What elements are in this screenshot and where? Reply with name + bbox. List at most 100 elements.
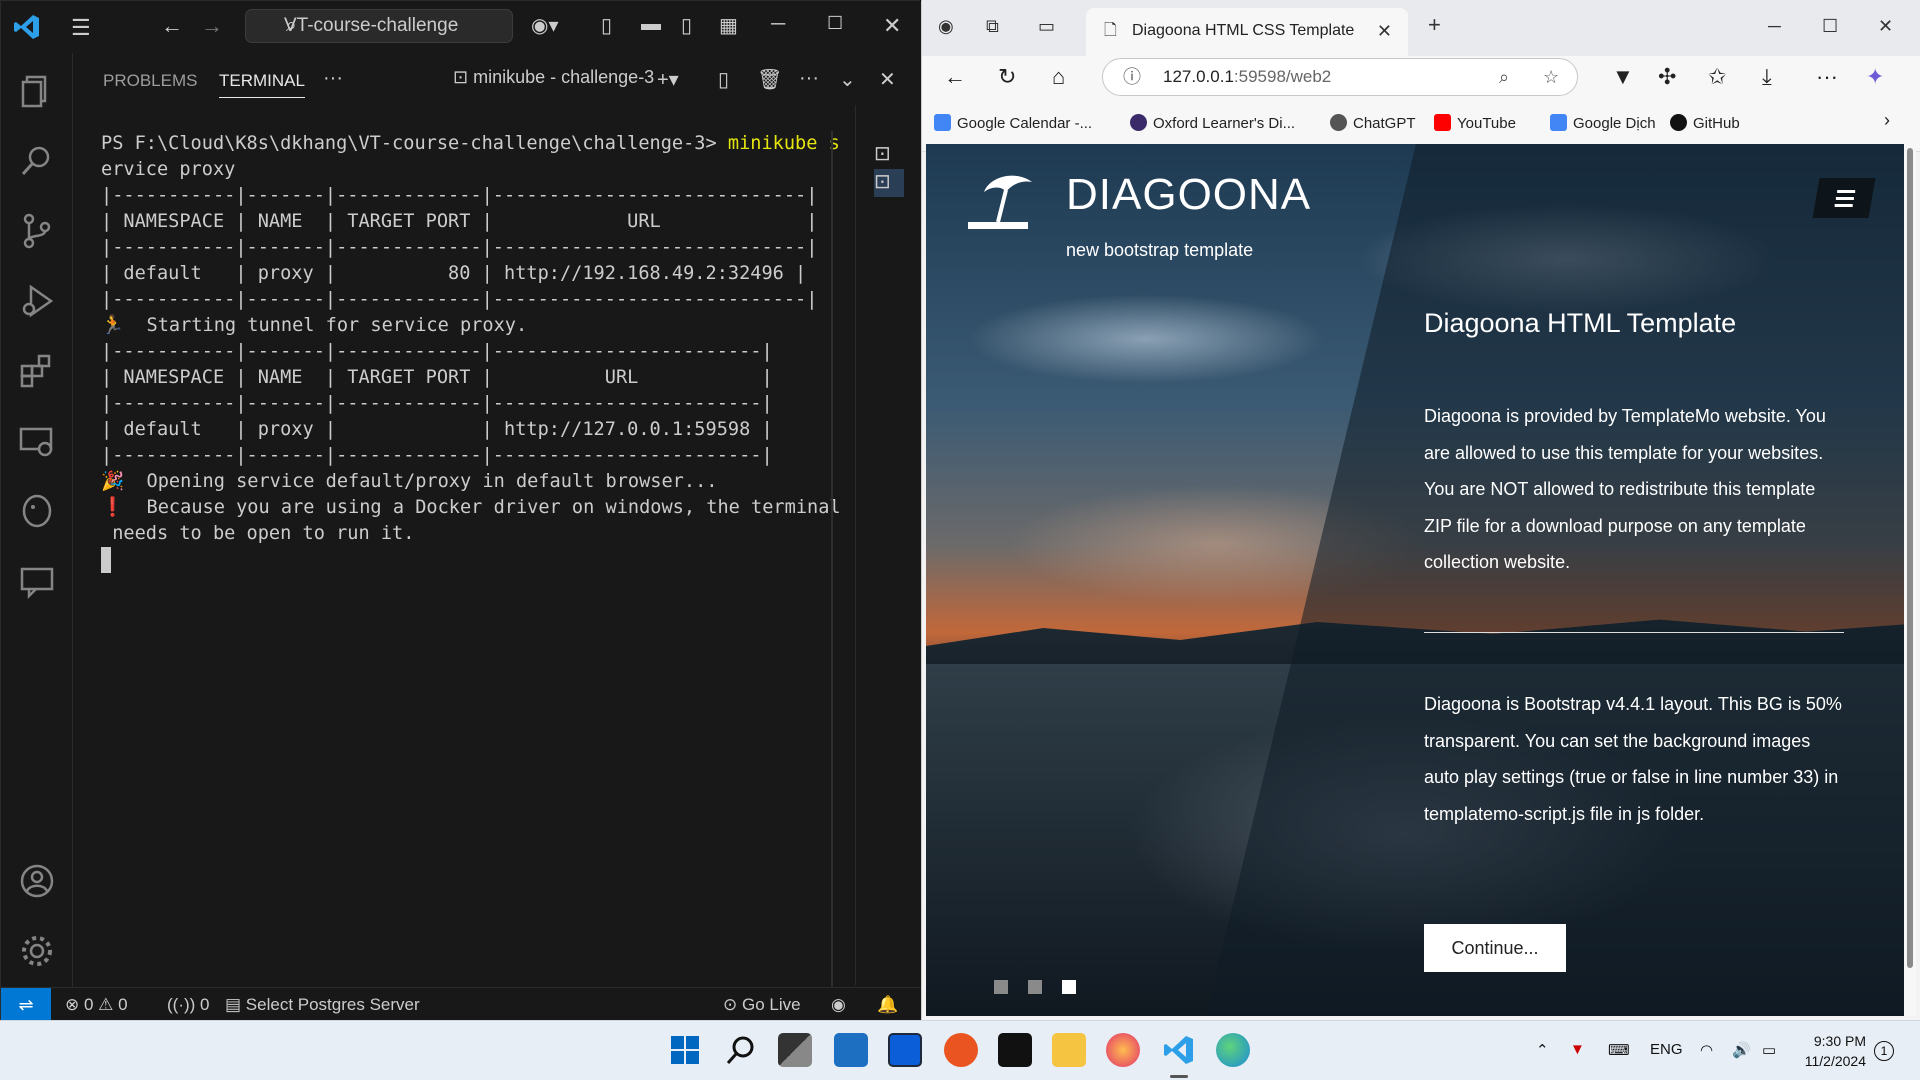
maximize-icon[interactable]: ☐ — [827, 13, 843, 34]
profile-avatar-icon[interactable]: ◉ — [938, 16, 954, 37]
tray-app-icon[interactable]: ▼ — [1570, 1041, 1585, 1058]
bookmark-item[interactable]: Google Calendar -... — [934, 114, 1092, 132]
minimize-icon[interactable]: ─ — [1768, 16, 1781, 37]
problems-status[interactable]: ⊗ 0 ⚠ 0 — [65, 995, 128, 1015]
hamburger-menu-button[interactable] — [1812, 178, 1876, 218]
copilot-icon[interactable]: ✦ — [1866, 64, 1884, 90]
new-tab-icon[interactable]: + — [1428, 12, 1441, 38]
customize-layout-icon[interactable]: ▦ — [719, 13, 738, 38]
downloads-icon[interactable]: ⤓ — [1762, 64, 1772, 90]
source-control-icon[interactable] — [17, 211, 57, 251]
extension-v-icon[interactable]: ▼ — [1612, 64, 1634, 90]
menu-icon[interactable]: ☰ — [71, 15, 91, 41]
explorer-icon[interactable] — [17, 71, 57, 111]
tab-problems[interactable]: PROBLEMS — [103, 71, 197, 91]
edge-taskbar-icon[interactable] — [1216, 1033, 1250, 1067]
favorites-icon[interactable]: ✩ — [1708, 64, 1726, 90]
widgets-icon[interactable] — [834, 1033, 868, 1067]
close-window-icon[interactable]: ✕ — [1878, 16, 1893, 37]
refresh-icon[interactable]: ↻ — [998, 64, 1016, 90]
minimize-icon[interactable]: ─ — [771, 13, 785, 36]
more-icon[interactable]: ··· — [1816, 64, 1838, 90]
language-indicator[interactable]: ENG — [1650, 1041, 1683, 1058]
continue-button[interactable]: Continue... — [1424, 924, 1566, 972]
notification-badge[interactable]: 1 — [1874, 1041, 1894, 1061]
postgres-icon[interactable] — [17, 491, 57, 531]
terminal-scrollbar[interactable] — [831, 131, 833, 991]
account-icon[interactable] — [17, 861, 57, 901]
vscode-taskbar-icon[interactable] — [1162, 1033, 1196, 1067]
terminal-icon[interactable] — [998, 1033, 1032, 1067]
file-explorer-icon[interactable] — [1052, 1033, 1086, 1067]
maximize-icon[interactable]: ☐ — [1822, 16, 1838, 37]
chat-icon[interactable] — [17, 561, 57, 601]
slide-dot[interactable] — [994, 980, 1008, 994]
search-icon[interactable] — [724, 1033, 758, 1067]
slide-dot-active[interactable] — [1062, 980, 1076, 994]
slide-dot[interactable] — [1028, 980, 1042, 994]
bookmark-item[interactable]: Oxford Learner's Di... — [1130, 114, 1295, 132]
remote-indicator-button[interactable]: ⇌ — [1, 988, 51, 1022]
chevron-right-icon[interactable]: › — [1884, 110, 1890, 131]
chevron-down-icon[interactable]: ⌄ — [839, 67, 856, 92]
browser-tab-active[interactable]: 🗋 Diagoona HTML CSS Template ✕ — [1086, 8, 1408, 56]
toggle-sidebar-icon[interactable]: ▯ — [601, 13, 612, 38]
terminal-instance-icon[interactable]: ⊡ — [874, 169, 904, 197]
bookmark-item[interactable]: GitHub — [1670, 114, 1740, 132]
forward-arrow-icon[interactable]: → — [201, 13, 223, 39]
run-debug-icon[interactable] — [17, 281, 57, 321]
workspaces-icon[interactable]: ⧉ — [986, 16, 999, 37]
extensions-icon[interactable] — [17, 351, 57, 391]
volume-icon[interactable]: 🔊 — [1732, 1041, 1751, 1059]
trash-icon[interactable]: 🗑 — [757, 67, 782, 92]
notifications-bell-icon[interactable]: 🔔 — [877, 995, 898, 1015]
windows-start-icon[interactable] — [668, 1033, 702, 1067]
address-bar[interactable]: ⓘ 127.0.0.1:59598/web2 ⌕ ☆ — [1102, 58, 1578, 96]
zalo-icon[interactable] — [888, 1033, 922, 1067]
bookmark-item[interactable]: Google Dịch — [1550, 114, 1656, 132]
wifi-icon[interactable]: ◠ — [1700, 1041, 1713, 1059]
page-scrollbar[interactable] — [1904, 144, 1916, 1016]
keyboard-icon[interactable]: ⌨ — [1608, 1041, 1630, 1059]
close-tab-icon[interactable]: ✕ — [1377, 8, 1392, 54]
postgres-status[interactable]: ▤ Select Postgres Server — [225, 995, 420, 1015]
remote-explorer-icon[interactable] — [17, 421, 57, 461]
clock[interactable]: 9:30 PM 11/2/2024 — [1796, 1031, 1866, 1071]
ubuntu-icon[interactable] — [944, 1033, 978, 1067]
terminal-output[interactable]: PS F:\Cloud\K8s\dkhang\VT-course-challen… — [101, 131, 901, 573]
back-arrow-icon[interactable]: ← — [161, 13, 183, 39]
toggle-secondary-sidebar-icon[interactable]: ▯ — [681, 13, 692, 38]
more-actions-button[interactable]: ··· — [323, 67, 343, 90]
chevron-up-icon[interactable]: ⌃ — [1536, 1041, 1549, 1059]
terminal-instance-icon[interactable]: ⊡ — [874, 141, 904, 169]
task-view-icon[interactable] — [778, 1033, 812, 1067]
extensions-puzzle-icon[interactable]: ✣ — [1658, 64, 1676, 90]
zoom-icon[interactable]: ⌕ — [1499, 59, 1509, 95]
tab-terminal[interactable]: TERMINAL — [219, 71, 305, 98]
more-icon[interactable]: ··· — [799, 67, 819, 90]
close-panel-icon[interactable]: ✕ — [879, 67, 896, 92]
back-arrow-icon[interactable]: ← — [944, 64, 966, 90]
home-icon[interactable]: ⌂ — [1052, 64, 1065, 90]
ports-status[interactable]: ((·)) 0 — [167, 995, 210, 1015]
go-live-button[interactable]: ⊙ Go Live — [723, 995, 801, 1015]
site-brand[interactable]: DIAGOONA — [1066, 170, 1311, 220]
scrollbar-thumb[interactable] — [1907, 148, 1913, 968]
battery-icon[interactable]: ▭ — [1762, 1041, 1776, 1059]
copilot-status-icon[interactable]: ◉ — [831, 995, 846, 1015]
bookmark-item[interactable]: ChatGPT — [1330, 114, 1416, 132]
split-terminal-icon[interactable]: ▯ — [718, 67, 729, 92]
tab-actions-icon[interactable]: ▭ — [1038, 16, 1055, 37]
terminal-dropdown[interactable]: ⊡ minikube - challenge-3 — [453, 67, 654, 88]
favorite-star-icon[interactable]: ☆ — [1543, 59, 1559, 95]
search-icon[interactable] — [17, 141, 57, 181]
settings-gear-icon[interactable] — [17, 931, 57, 971]
copilot-icon[interactable]: ◉▾ — [531, 13, 559, 38]
panel-tab-bar: PROBLEMS TERMINAL ··· ⊡ minikube - chall… — [73, 53, 921, 105]
command-center-search[interactable]: ⌕ VT-course-challenge — [245, 9, 513, 43]
bookmark-item[interactable]: YouTube — [1434, 114, 1516, 132]
toggle-panel-icon[interactable]: ▬ — [641, 13, 661, 36]
new-terminal-icon[interactable]: +▾ — [657, 67, 679, 92]
close-window-icon[interactable]: ✕ — [883, 13, 901, 39]
firefox-icon[interactable] — [1106, 1033, 1140, 1067]
